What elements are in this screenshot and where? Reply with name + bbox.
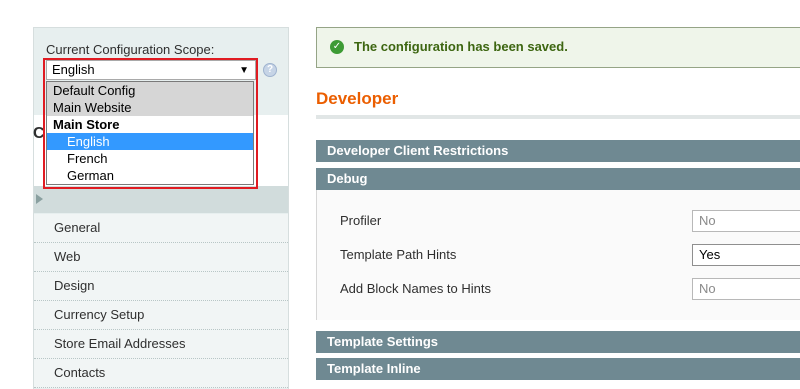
sidebar-item-general[interactable]: General <box>34 214 288 243</box>
scope-option-main-website[interactable]: Main Website <box>47 99 253 116</box>
dropdown-arrow-icon: ▼ <box>239 65 249 76</box>
scope-dropdown-list: Default Config Main Website Main Store E… <box>46 81 254 185</box>
add-block-names-select[interactable]: No <box>692 278 800 300</box>
scope-option-german[interactable]: German <box>47 167 253 184</box>
scope-option-default-config[interactable]: Default Config <box>47 82 253 99</box>
sidebar-section-header[interactable] <box>34 186 288 213</box>
sidebar-item-currency-setup[interactable]: Currency Setup <box>34 301 288 330</box>
scope-selected-value: English <box>52 62 95 77</box>
scope-option-english[interactable]: English <box>47 133 253 150</box>
sidebar-item-web[interactable]: Web <box>34 243 288 272</box>
scope-option-main-store: Main Store <box>53 117 120 132</box>
title-divider <box>316 115 800 119</box>
checkmark-icon: ✓ <box>330 40 344 54</box>
config-sidebar: Current Configuration Scope: English ▼ ?… <box>33 27 289 389</box>
section-debug[interactable]: Debug <box>316 168 800 190</box>
page-title: Developer <box>316 89 399 108</box>
success-message: ✓ The configuration has been saved. <box>316 27 800 68</box>
sidebar-item-contacts[interactable]: Contacts <box>34 359 288 388</box>
section-template-settings[interactable]: Template Settings <box>316 331 800 353</box>
sidebar-item-design[interactable]: Design <box>34 272 288 301</box>
template-path-hints-select[interactable]: Yes <box>692 244 800 266</box>
scope-label: Current Configuration Scope: <box>46 42 215 57</box>
profiler-select[interactable]: No <box>692 210 800 232</box>
section-developer-client-restrictions[interactable]: Developer Client Restrictions <box>316 140 800 162</box>
sidebar-item-store-email-addresses[interactable]: Store Email Addresses <box>34 330 288 359</box>
template-path-hints-label: Template Path Hints <box>340 247 457 262</box>
success-message-text: The configuration has been saved. <box>354 39 568 54</box>
section-template-inline[interactable]: Template Inline <box>316 358 800 380</box>
expand-arrow-icon <box>36 194 43 204</box>
sidebar-nav: General Web Design Currency Setup Store … <box>34 214 288 388</box>
sidebar-heading: C <box>33 125 45 142</box>
add-block-names-label: Add Block Names to Hints <box>340 281 492 296</box>
profiler-label: Profiler <box>340 213 382 228</box>
help-icon[interactable]: ? <box>263 63 277 77</box>
scope-option-french[interactable]: French <box>47 150 253 167</box>
scope-select[interactable]: English ▼ <box>46 60 256 80</box>
